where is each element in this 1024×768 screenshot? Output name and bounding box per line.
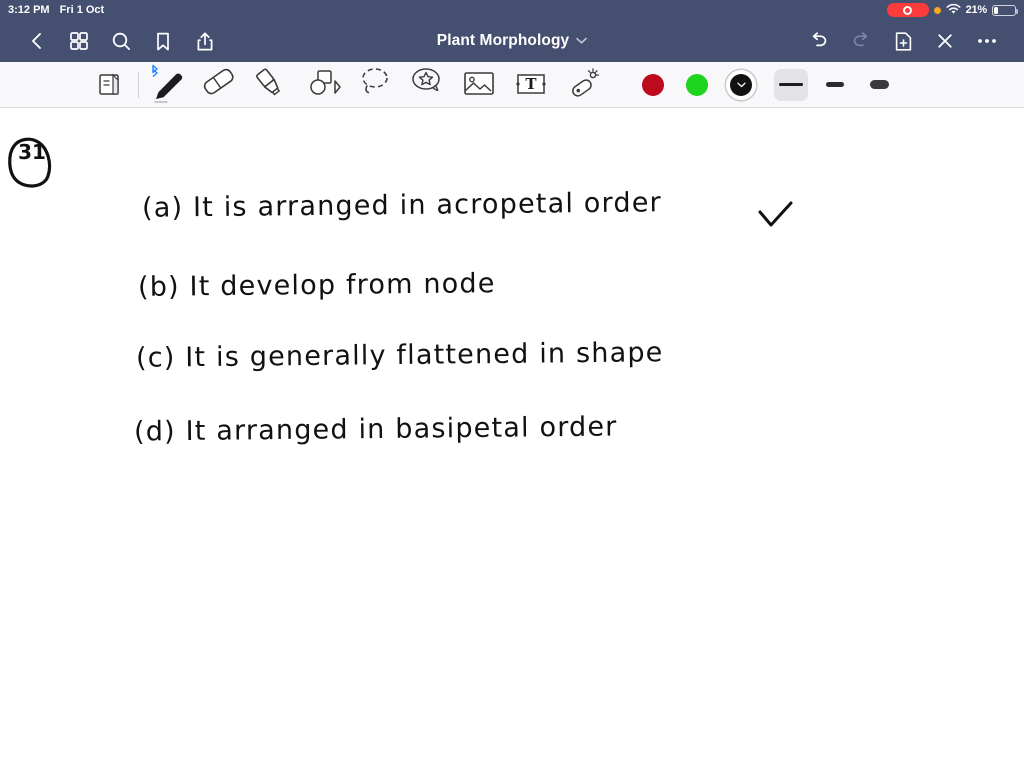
nav-left-buttons [16, 20, 226, 62]
pen-tool[interactable] [141, 62, 193, 108]
color-swatch-green-dot [686, 73, 708, 96]
nav-right-buttons [798, 20, 1008, 62]
stroke-width-medium[interactable] [813, 62, 857, 108]
add-page-button[interactable] [882, 20, 924, 62]
stroke-medium-icon [826, 82, 844, 87]
drawing-toolbar: T [0, 62, 1024, 108]
handwriting-option-c: (c) It is generally flattened in shape [135, 337, 664, 374]
status-bar-left: 3:12 PM Fri 1 Oct [8, 4, 104, 16]
svg-text:T: T [525, 75, 537, 93]
wifi-icon [946, 3, 961, 18]
handwriting-option-a: (a) It is arranged in acropetal order [141, 187, 663, 224]
recording-dot-icon [903, 5, 913, 15]
orange-privacy-dot-icon [933, 6, 941, 14]
page-thumbnails-button[interactable] [58, 20, 100, 62]
text-tool[interactable]: T [505, 62, 557, 108]
page-title: Plant Morphology [436, 32, 570, 49]
question-number-label: 31 [18, 140, 46, 164]
page-flip-tool[interactable] [84, 62, 136, 108]
toolbar-divider [138, 71, 139, 98]
redo-button[interactable] [840, 20, 882, 62]
search-button[interactable] [100, 20, 142, 62]
battery-percent-label: 21% [965, 4, 988, 16]
handwriting-option-b: (b) It develop from node [137, 268, 496, 303]
stroke-thin-icon [779, 83, 803, 86]
navigation-bar: Plant Morphology [0, 20, 1024, 62]
notes-app-window: 3:12 PM Fri 1 Oct 21% Plant Morphology T… [0, 0, 1024, 768]
color-swatch-red-dot [642, 73, 664, 96]
back-button[interactable] [16, 20, 58, 62]
close-button[interactable] [924, 20, 966, 62]
status-bar-right: 21% [886, 3, 1018, 18]
document-title-button[interactable]: Plant Morphology [437, 32, 587, 50]
color-palette [631, 62, 763, 108]
stroke-width-medium-box [818, 69, 852, 101]
color-swatch-green[interactable] [675, 62, 719, 108]
status-bar: 3:12 PM Fri 1 Oct 21% [0, 0, 1024, 20]
color-swatch-black-dot [730, 73, 752, 96]
lasso-select-tool[interactable] [349, 62, 401, 108]
stroke-width-thin[interactable] [769, 62, 813, 108]
tool-group-primary: T [84, 62, 609, 108]
stroke-thick-icon [869, 80, 889, 89]
stroke-width-thick[interactable] [857, 62, 901, 108]
eraser-tool[interactable] [193, 62, 245, 108]
undo-button[interactable] [798, 20, 840, 62]
chevron-down-icon [576, 32, 587, 50]
status-date: Fri 1 Oct [59, 4, 105, 16]
stroke-width-thick-box [862, 69, 896, 101]
shapes-tool[interactable] [297, 62, 349, 108]
laser-pointer-tool[interactable] [557, 62, 609, 108]
share-button[interactable] [184, 20, 226, 62]
stroke-width-group [769, 62, 901, 108]
stroke-width-thin-box [774, 68, 808, 101]
checkmark-option-a [758, 201, 793, 227]
battery-icon [992, 4, 1018, 16]
handwriting-option-d: (d) It arranged in basipetal order [133, 411, 618, 448]
screen-recording-indicator[interactable] [886, 3, 929, 17]
status-time: 3:12 PM [8, 4, 50, 16]
image-tool[interactable] [453, 62, 505, 108]
note-canvas[interactable]: 31 (a) It is arranged in acropetal order… [0, 108, 1024, 768]
more-options-button[interactable] [966, 20, 1008, 62]
color-swatch-red[interactable] [631, 62, 675, 108]
highlighter-tool[interactable] [245, 62, 297, 108]
color-swatch-black-selected-ring [726, 69, 756, 100]
bookmark-button[interactable] [142, 20, 184, 62]
sticker-tool[interactable] [401, 62, 453, 108]
color-swatch-black[interactable] [719, 62, 763, 108]
